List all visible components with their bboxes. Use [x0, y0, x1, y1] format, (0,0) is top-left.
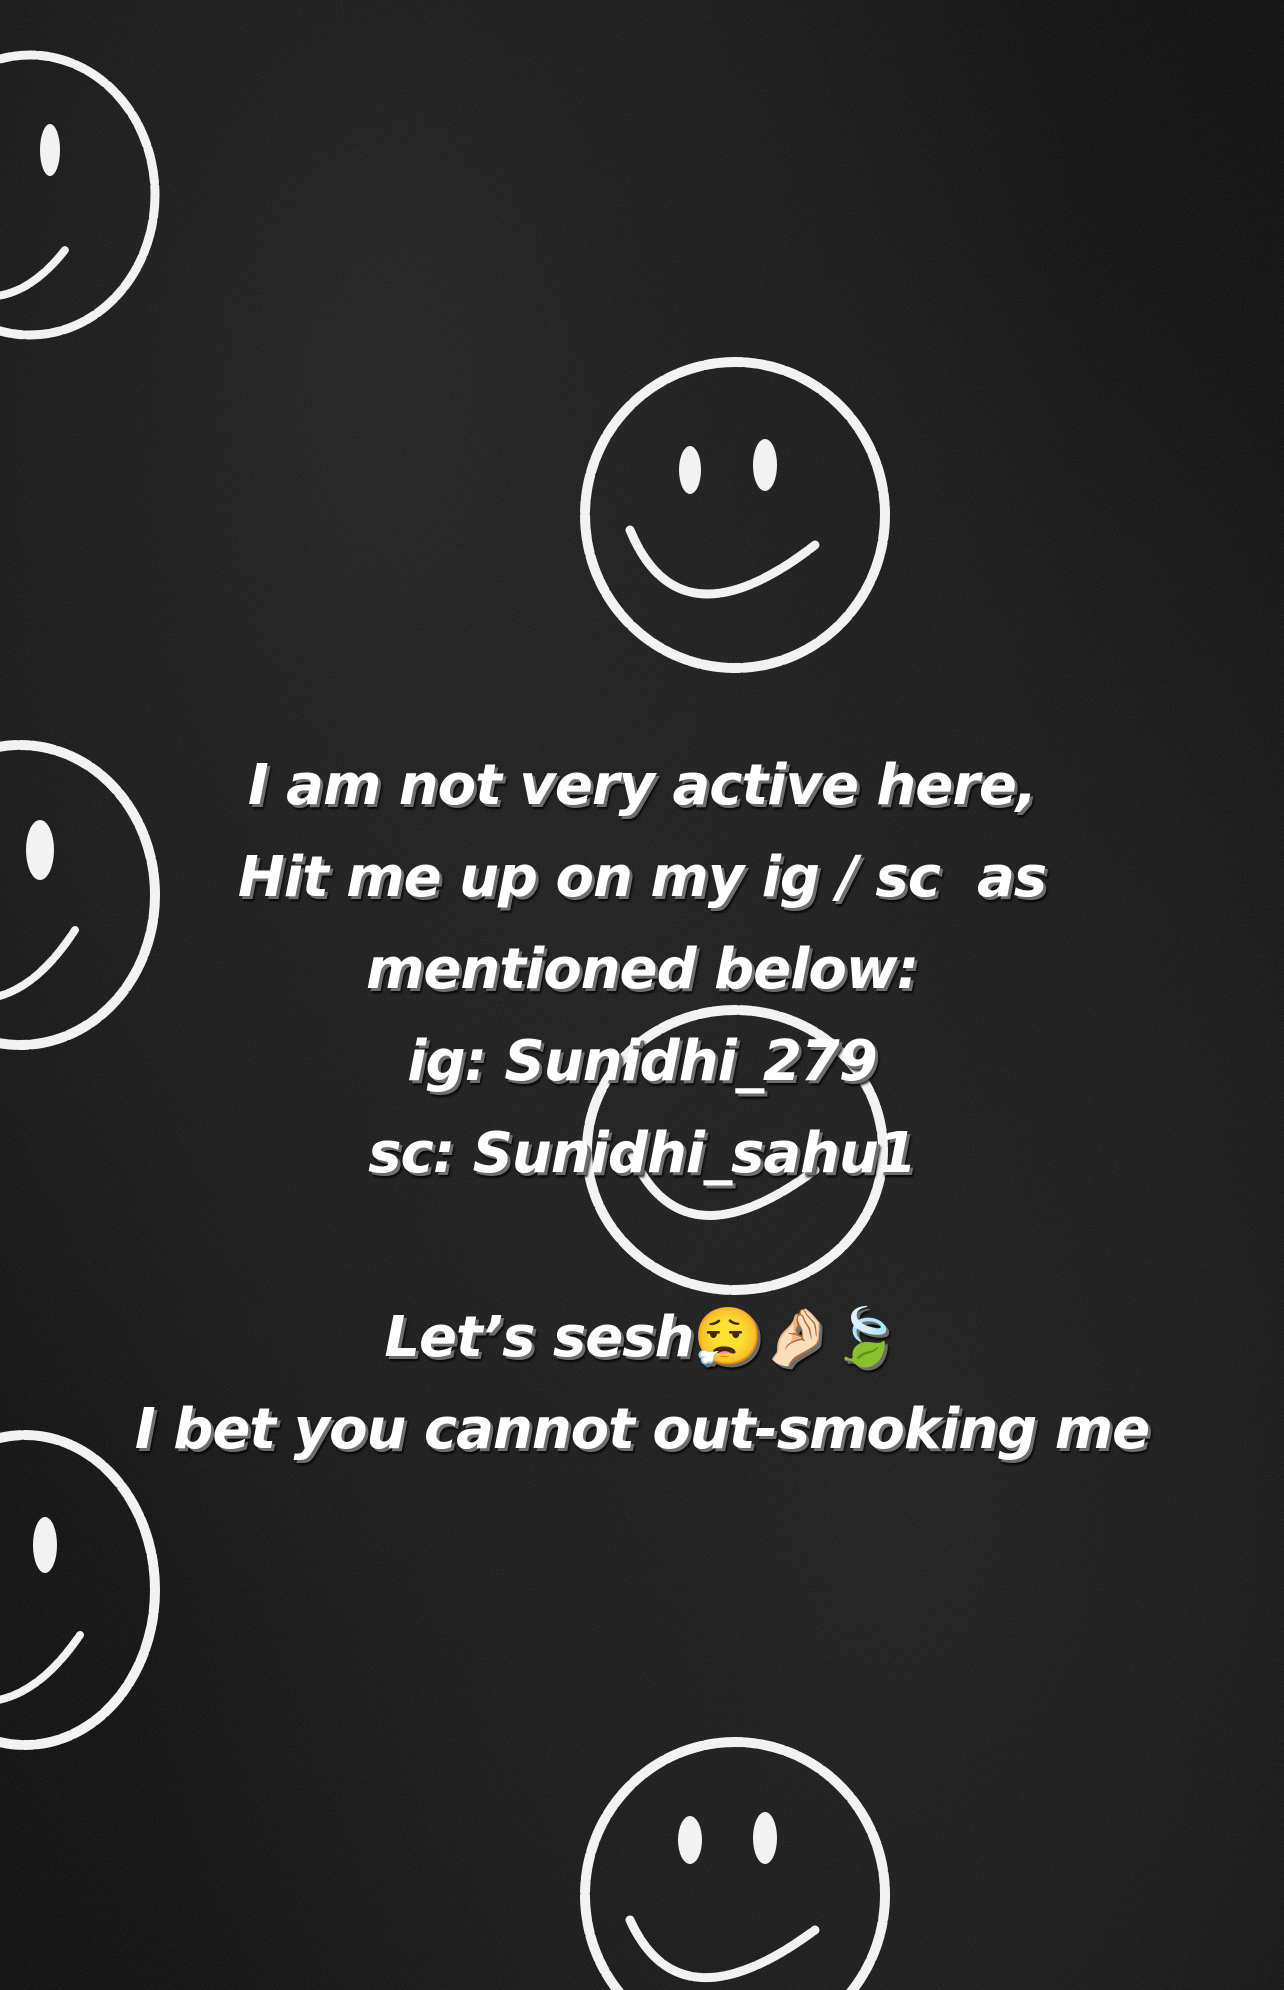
- snapchat-handle: sc: Sunidhi_sahu1: [368, 1121, 917, 1186]
- story-canvas: I am not very active here, Hit me up on …: [0, 0, 1284, 1990]
- caption-line: Hit me up on my ig / sc as: [237, 845, 1047, 910]
- sesh-text: Let’s sesh: [384, 1305, 694, 1370]
- smiley-face-chalk-icon: [580, 357, 890, 673]
- instagram-handle: ig: Sunidhi_279: [407, 1029, 877, 1094]
- story-caption: I am not very active here, Hit me up on …: [0, 740, 1284, 1476]
- leaf-icon: 🍃: [830, 1305, 901, 1370]
- exhaling-face-icon: 😮‍💨: [693, 1305, 763, 1370]
- caption-line-sesh: Let’s sesh😮‍💨🤌🏻🍃: [0, 1292, 1284, 1384]
- caption-line: mentioned below:: [366, 937, 919, 1002]
- caption-line: I bet you cannot out-smoking me: [134, 1397, 1150, 1462]
- smiley-face-chalk-icon: [0, 50, 160, 340]
- pinched-fingers-icon: 🤌🏻: [762, 1305, 832, 1370]
- caption-line: I am not very active here,: [247, 753, 1037, 818]
- smiley-face-chalk-icon: [580, 1737, 890, 1990]
